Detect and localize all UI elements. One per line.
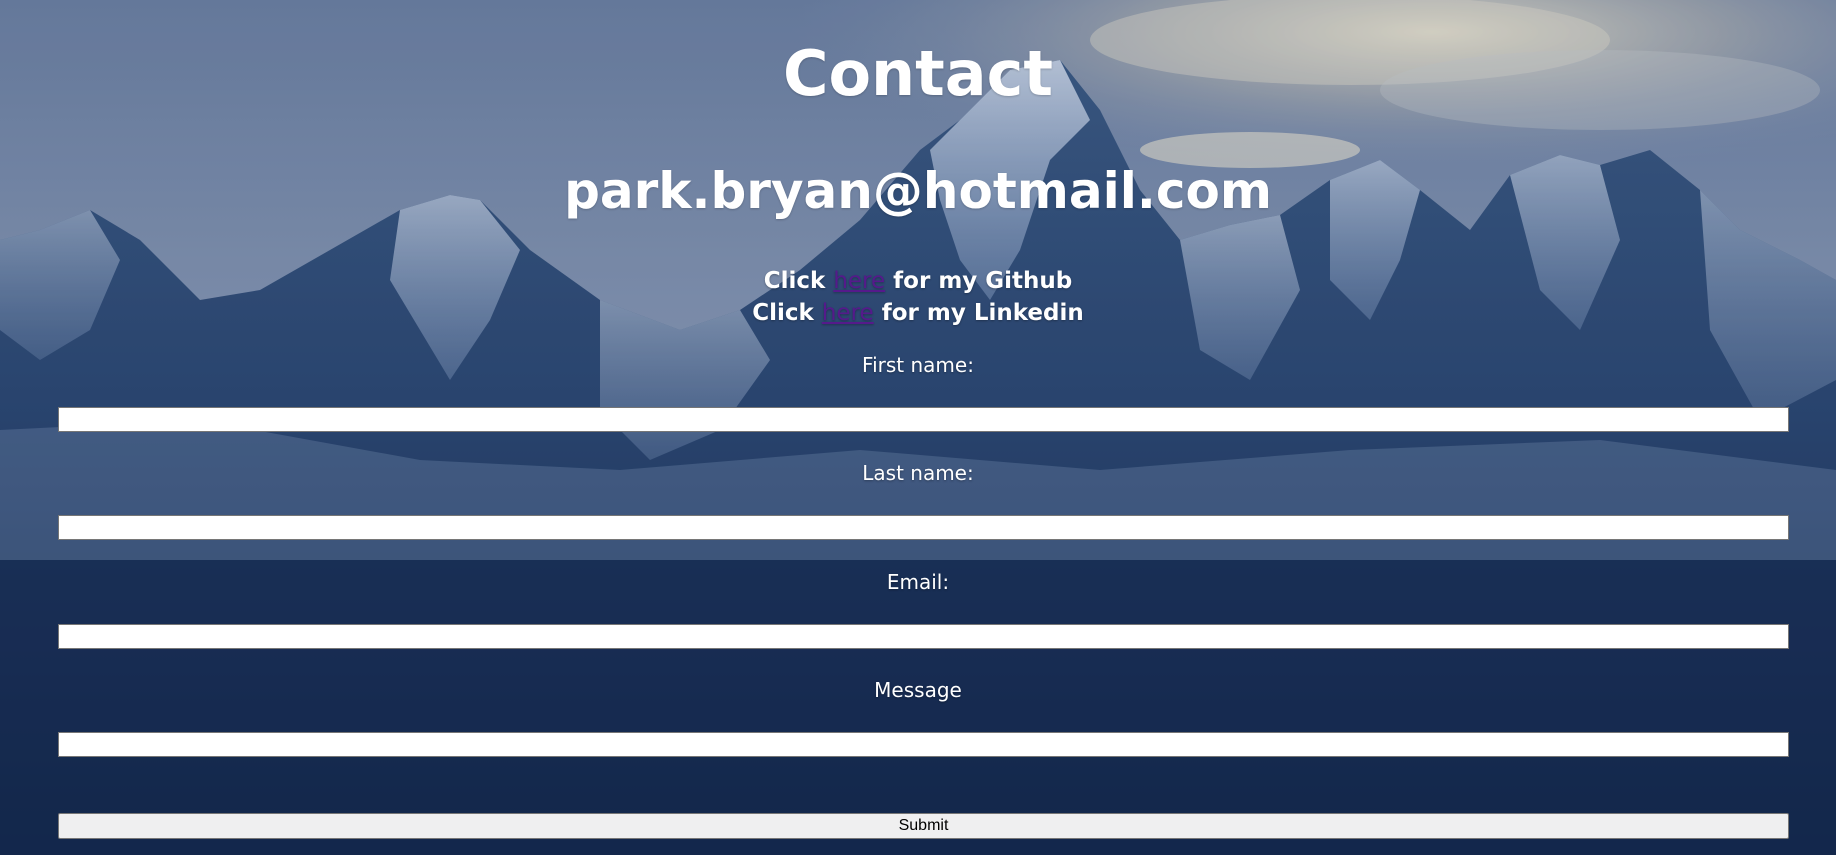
contact-email: park.bryan@hotmail.com: [564, 162, 1272, 220]
submit-button[interactable]: Submit: [58, 813, 1789, 839]
last-name-field[interactable]: [58, 515, 1789, 540]
github-link[interactable]: here: [833, 268, 885, 294]
message-label: Message: [874, 678, 962, 702]
email-label: Email:: [886, 570, 950, 594]
first-name-label: First name:: [862, 353, 974, 377]
message-field[interactable]: [58, 732, 1789, 757]
github-link-prefix: Click: [763, 268, 834, 294]
page-title: Contact: [782, 37, 1054, 110]
email-field[interactable]: [58, 624, 1789, 649]
last-name-label: Last name:: [862, 461, 974, 485]
github-link-suffix: for my Github: [885, 268, 1073, 294]
linkedin-link-line: Click here for my Linkedin: [0, 297, 1836, 329]
github-link-line: Click here for my Github: [0, 265, 1836, 297]
linkedin-link-prefix: Click: [752, 300, 822, 326]
linkedin-link-suffix: for my Linkedin: [873, 300, 1084, 326]
linkedin-link[interactable]: here: [822, 300, 874, 326]
first-name-field[interactable]: [58, 407, 1789, 432]
contact-section: Contact park.bryan@hotmail.com Click her…: [0, 0, 1836, 855]
